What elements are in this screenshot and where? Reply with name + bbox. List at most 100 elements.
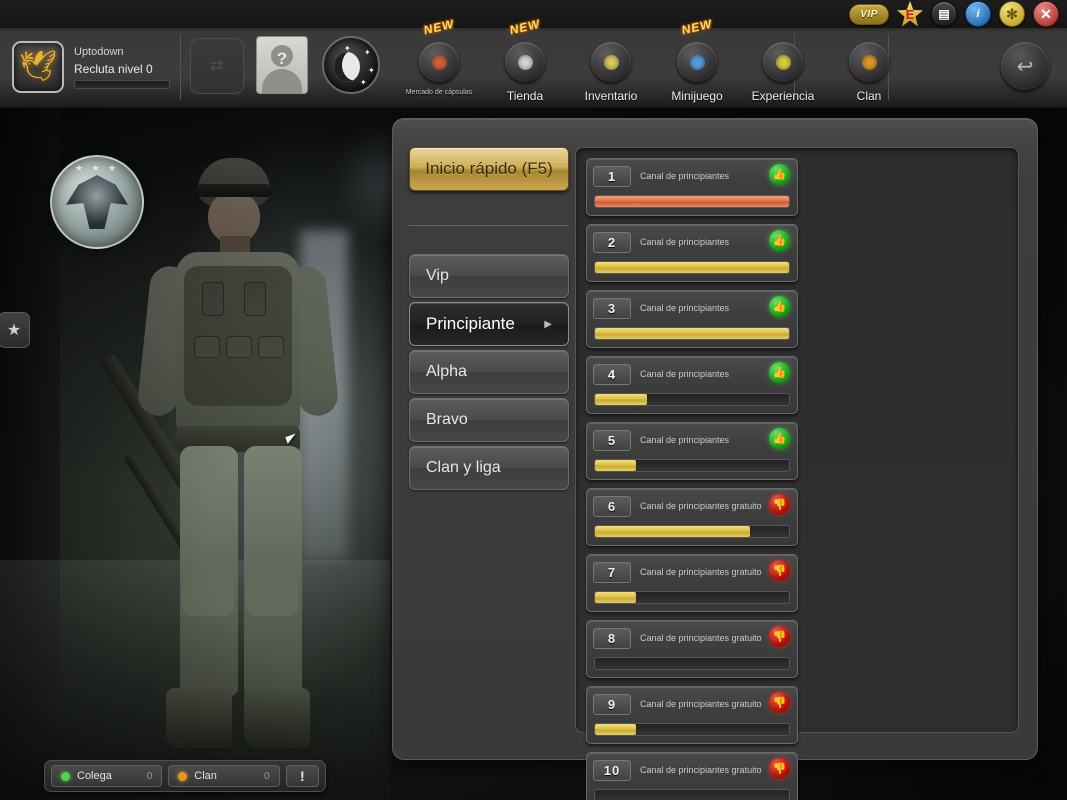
channel-list: 1 Canal de principiantes 👍 2 Canal de princi… [575, 147, 1019, 800]
goggles [196, 184, 272, 197]
profile-text: Uptodown Recluta nivel 0 [74, 46, 170, 89]
channel-capacity-bar [594, 525, 790, 538]
close-icon[interactable]: ✕ [1033, 1, 1059, 27]
menu-clan[interactable]: Clan [826, 28, 912, 108]
channel-header: 3 Canal de principiantes [593, 297, 791, 319]
top-toolbar: VIP E ▤ i ✻ ✕ 🕊 Uptodown Recluta nivel 0… [0, 0, 1067, 108]
channel-item[interactable]: 1 Canal de principiantes 👍 [586, 158, 798, 216]
alert-button[interactable]: ! [285, 765, 320, 787]
nav-alpha[interactable]: Alpha [409, 350, 569, 394]
player-name: Uptodown [74, 45, 124, 58]
book-icon[interactable]: ▤ [931, 1, 957, 27]
menu-label: Experiencia [751, 89, 815, 103]
channel-header: 4 Canal de principiantes [593, 363, 791, 385]
avatar[interactable]: 🕊 [12, 41, 64, 93]
leg-right [244, 446, 302, 696]
menu-shop[interactable]: NEW Tienda [482, 17, 568, 108]
channel-item[interactable]: 5 Canal de principiantes 👍 [586, 422, 798, 480]
clan-label: Clan [194, 770, 217, 782]
channel-name: Canal de principiantes [640, 369, 730, 379]
gear-glyph: ✻ [1006, 5, 1018, 22]
vip-badge[interactable]: VIP [849, 3, 889, 25]
channel-item[interactable]: 6 Canal de principiantes gratuito 👎 [586, 488, 798, 546]
event-star-icon[interactable]: E [897, 1, 923, 27]
moon-stars-icon[interactable]: ✦ ✦ ✦ ✦ ✦ [322, 36, 380, 94]
quick-start-label: Inicio rápido (F5) [425, 159, 553, 178]
menu-minigame[interactable]: NEW Minijuego [654, 17, 740, 108]
nav-vip[interactable]: Vip [409, 254, 569, 298]
favorites-button[interactable]: ★ [0, 312, 30, 348]
menu-label: Inventario [584, 89, 638, 103]
status-dot-online [61, 771, 70, 781]
clan-button[interactable]: Clan 0 [168, 765, 280, 787]
channel-item[interactable]: 2 Canal de principiantes 👍 [586, 224, 798, 282]
player-profile[interactable]: 🕊 Uptodown Recluta nivel 0 [12, 36, 172, 98]
menu-dot [517, 54, 533, 70]
nav-bravo[interactable]: Bravo [409, 398, 569, 442]
menu-knob [849, 42, 889, 82]
game-window: ★ ★ ★ ★ VIP E ▤ i ✻ ✕ 🕊 Uptodown Recluta… [0, 0, 1067, 800]
nav-label: Clan y liga [426, 459, 501, 476]
knee-pad-right [246, 572, 298, 616]
channel-item[interactable]: 8 Canal de principiantes gratuito 👎 [586, 620, 798, 678]
quick-start-button[interactable]: Inicio rápido (F5) [409, 147, 569, 191]
portrait-body [262, 69, 302, 93]
channel-header: 2 Canal de principiantes [593, 231, 791, 253]
menu-inventory[interactable]: Inventario [568, 28, 654, 108]
channel-item[interactable]: 10 Canal de principiantes gratuito 👎 [586, 752, 798, 800]
channel-header: 6 Canal de principiantes gratuito [593, 495, 791, 517]
channel-capacity-bar [594, 591, 790, 604]
thumbs-up-icon: 👍 [769, 428, 790, 449]
friends-count: 0 [146, 770, 153, 782]
nav-label: Alpha [426, 363, 467, 380]
channel-name: Canal de principiantes [640, 303, 730, 313]
channel-name: Canal de principiantes gratuito [640, 699, 762, 709]
back-button[interactable]: ↩ [1001, 42, 1049, 90]
channel-header: 10 Canal de principiantes gratuito [593, 759, 791, 781]
channel-capacity-bar [594, 657, 790, 670]
channel-item[interactable]: 9 Canal de principiantes gratuito 👎 [586, 686, 798, 744]
menu-capsule-market[interactable]: NEW Mercado de cápsulas [396, 17, 482, 108]
nav-label: Principiante [426, 314, 515, 333]
channel-item[interactable]: 3 Canal de principiantes 👍 [586, 290, 798, 348]
clan-count: 0 [264, 770, 270, 782]
channel-capacity-fill [595, 196, 789, 207]
channel-number: 10 [593, 759, 631, 781]
back-arrow-icon: ↩ [1016, 55, 1034, 78]
channel-name: Canal de principiantes gratuito [640, 501, 762, 511]
channel-name: Canal de principiantes gratuito [640, 567, 762, 577]
close-glyph: ✕ [1040, 5, 1052, 22]
thumbs-down-icon: 👎 [769, 494, 790, 515]
book-glyph: ▤ [938, 7, 950, 21]
thumbs-down-icon: 👎 [769, 692, 790, 713]
pouch [226, 336, 252, 358]
character-portrait-slot[interactable]: ? [256, 36, 308, 94]
menu-experience[interactable]: Experiencia [740, 28, 826, 108]
thumbs-up-icon: 👍 [769, 230, 790, 251]
menu-dot [431, 54, 447, 70]
divider [180, 34, 181, 100]
boot-right [244, 688, 310, 748]
nav-principiante[interactable]: Principiante ▶ [409, 302, 569, 346]
info-icon[interactable]: i [965, 1, 991, 27]
channel-number: 1 [593, 165, 631, 187]
thumbs-down-icon: 👎 [769, 560, 790, 581]
channel-capacity-fill [595, 526, 751, 537]
channel-name: Canal de principiantes gratuito [640, 633, 762, 643]
menu-knob [505, 42, 545, 82]
leg-left [180, 446, 238, 696]
star-icon: ✦ [364, 48, 371, 57]
channel-item[interactable]: 7 Canal de principiantes gratuito 👎 [586, 554, 798, 612]
channel-name: Canal de principiantes gratuito [640, 765, 762, 775]
menu-dot [689, 54, 705, 70]
equipment-slot-empty[interactable]: ⇄ [190, 38, 244, 94]
gear-icon[interactable]: ✻ [999, 1, 1025, 27]
menu-dot [603, 54, 619, 70]
nav-clan-liga[interactable]: Clan y liga [409, 446, 569, 490]
channel-item[interactable]: 4 Canal de principiantes 👍 [586, 356, 798, 414]
channel-capacity-bar [594, 261, 790, 274]
friends-button[interactable]: Colega 0 [51, 765, 163, 787]
channel-header: 7 Canal de principiantes gratuito [593, 561, 791, 583]
window-icon-group: VIP E ▤ i ✻ ✕ [849, 1, 1059, 27]
channel-capacity-bar [594, 393, 790, 406]
